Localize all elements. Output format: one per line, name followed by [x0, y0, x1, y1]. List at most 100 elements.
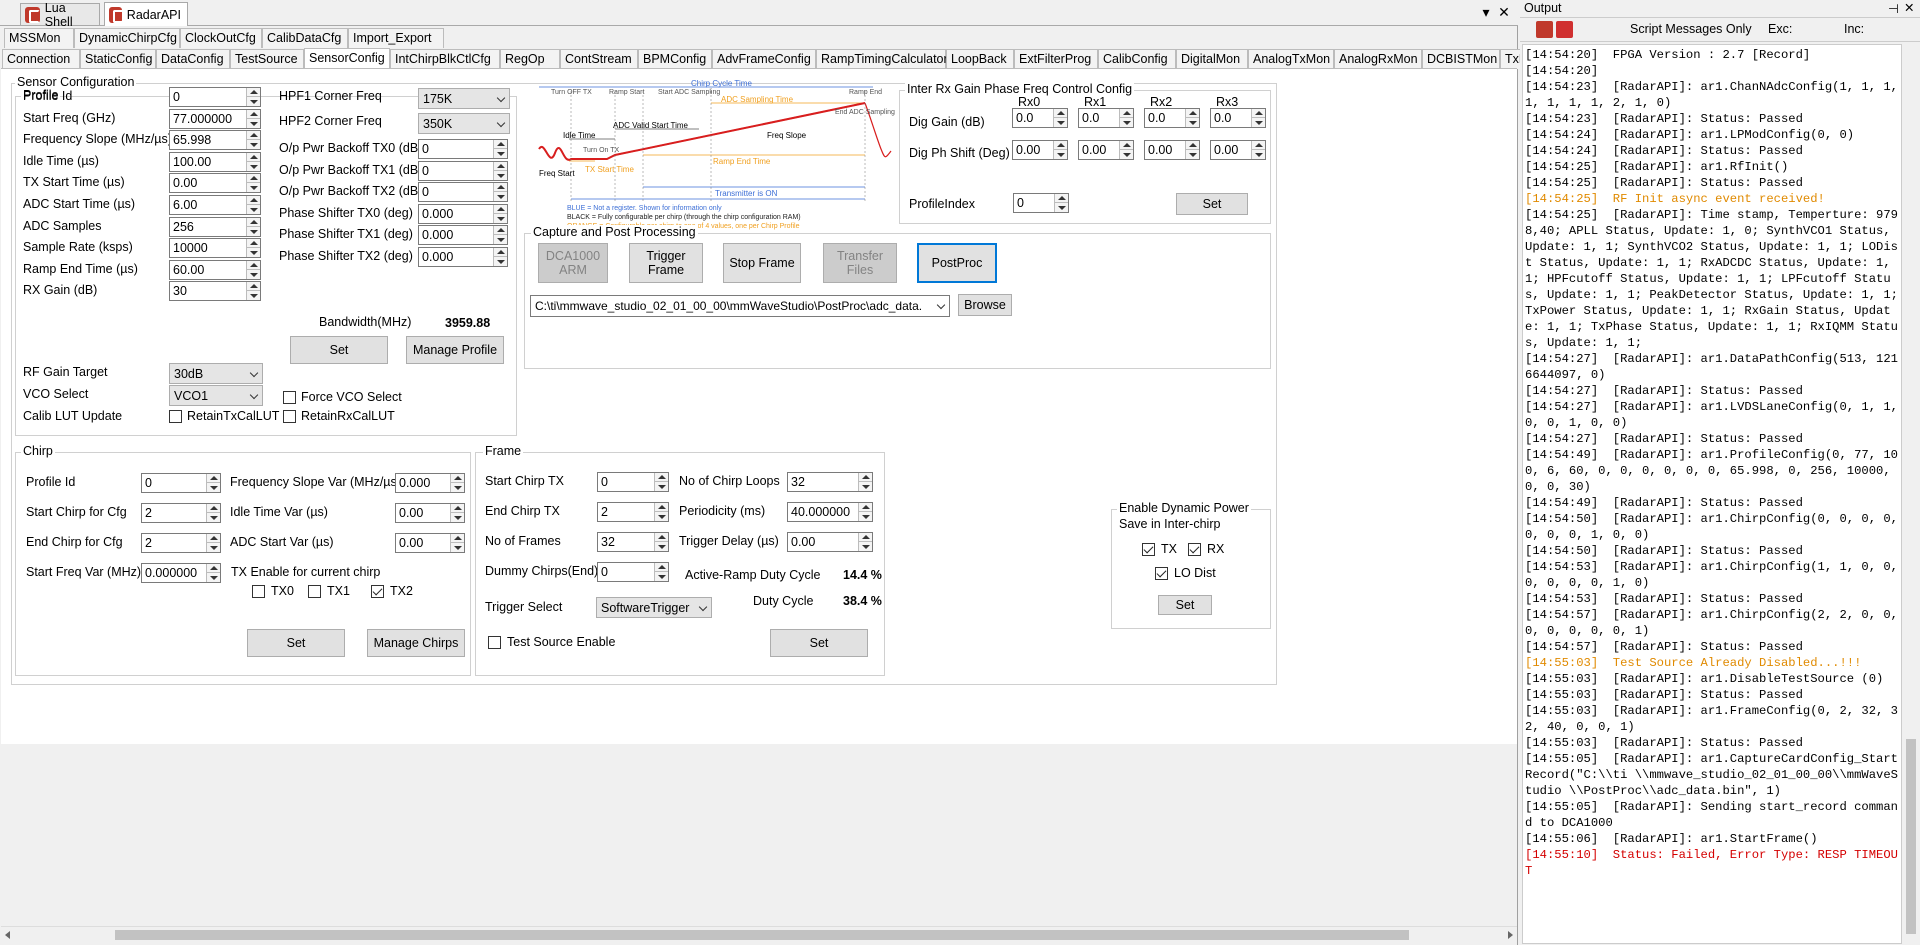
spin-arrows-icon[interactable]: [246, 109, 260, 128]
test-source-checkbox[interactable]: [488, 636, 501, 649]
rf-gain-target-select[interactable]: 30dB: [169, 363, 263, 384]
chirp-left-input[interactable]: 0.000000: [141, 563, 221, 583]
stop-frame-button[interactable]: Stop Frame: [723, 243, 801, 283]
dig-gain-input[interactable]: 0.0: [1144, 108, 1200, 128]
clear-output-icon[interactable]: [1536, 21, 1553, 38]
horizontal-scrollbar[interactable]: [1, 926, 1517, 943]
vco-select[interactable]: VCO1: [169, 385, 263, 406]
tab-dynamicchirpcfg[interactable]: DynamicChirpCfg: [74, 28, 180, 48]
tab-dataconfig[interactable]: DataConfig: [156, 49, 230, 69]
dca1000-arm-button[interactable]: DCA1000 ARM: [538, 243, 608, 283]
spin-arrows-icon[interactable]: [1185, 109, 1199, 127]
profile-field-input[interactable]: 60.00: [169, 259, 261, 280]
profile-right-input[interactable]: 0.000: [418, 246, 508, 267]
spin-arrows-icon[interactable]: [450, 534, 464, 552]
tab-bpmconfig[interactable]: BPMConfig: [638, 49, 712, 69]
profile-right-input[interactable]: 0: [418, 139, 508, 159]
dyn-rx-checkbox[interactable]: [1188, 543, 1201, 556]
spin-arrows-icon[interactable]: [246, 217, 260, 236]
tab-ramptimingcalculator[interactable]: RampTimingCalculator: [816, 49, 948, 69]
inter-rx-set-button[interactable]: Set: [1176, 193, 1248, 215]
frame-right-input[interactable]: 32: [787, 472, 873, 492]
retain-tx-cal-checkbox[interactable]: [169, 410, 182, 423]
spin-arrows-icon[interactable]: [493, 226, 507, 244]
spin-arrows-icon[interactable]: [246, 260, 260, 279]
hpf1-select[interactable]: 175K: [418, 88, 510, 109]
manage-profile-button[interactable]: Manage Profile: [406, 336, 504, 364]
tab-regop[interactable]: RegOp: [500, 49, 560, 69]
dig-gain-input[interactable]: 0.0: [1012, 108, 1068, 128]
tab-clockoutcfg[interactable]: ClockOutCfg: [180, 28, 262, 48]
tab-sensorconfig[interactable]: SensorConfig: [304, 48, 390, 69]
profile-field-input[interactable]: 100.00: [169, 151, 261, 172]
profile-field-input[interactable]: 0: [169, 87, 261, 107]
dig-gain-input[interactable]: 0.0: [1210, 108, 1266, 128]
trigger-select[interactable]: SoftwareTrigger: [596, 597, 712, 618]
frame-left-input[interactable]: 2: [597, 502, 669, 522]
error-filter-icon[interactable]: [1556, 21, 1573, 38]
frame-left-input[interactable]: 32: [597, 532, 669, 552]
spin-arrows-icon[interactable]: [1119, 109, 1133, 127]
chirp-set-button[interactable]: Set: [247, 629, 345, 657]
profile-right-input[interactable]: 0: [418, 160, 508, 181]
spin-arrows-icon[interactable]: [246, 88, 260, 106]
output-log[interactable]: [14:54:20] FPGA Version : 2.7 [Record] [1…: [1522, 44, 1902, 944]
manage-chirps-button[interactable]: Manage Chirps: [367, 629, 465, 657]
tab-connection[interactable]: Connection: [2, 49, 80, 69]
profile-field-input[interactable]: 77.000000: [169, 108, 261, 129]
spin-arrows-icon[interactable]: [493, 247, 507, 266]
tab-calibdatacfg[interactable]: CalibDataCfg: [262, 28, 348, 48]
tab-import_export[interactable]: Import_Export: [348, 28, 444, 48]
spin-arrows-icon[interactable]: [654, 563, 668, 581]
frame-left-input[interactable]: 0: [597, 472, 669, 492]
spin-arrows-icon[interactable]: [246, 152, 260, 171]
scroll-left-icon[interactable]: [5, 931, 10, 939]
spin-arrows-icon[interactable]: [858, 503, 872, 521]
profile-index-input[interactable]: 0: [1013, 193, 1069, 213]
tab-testsource[interactable]: TestSource: [230, 49, 304, 69]
spin-arrows-icon[interactable]: [246, 174, 260, 193]
close-icon[interactable]: ✕: [1496, 4, 1512, 21]
profile-right-input[interactable]: 0: [418, 182, 508, 202]
force-vco-checkbox[interactable]: [283, 391, 296, 404]
spin-arrows-icon[interactable]: [1054, 194, 1068, 212]
frame-right-input[interactable]: 0.00: [787, 532, 873, 552]
spin-arrows-icon[interactable]: [206, 564, 220, 582]
dynamic-power-set-button[interactable]: Set: [1158, 595, 1212, 615]
profile-field-input[interactable]: 0.00: [169, 173, 261, 194]
spin-arrows-icon[interactable]: [246, 282, 260, 301]
profile-field-input[interactable]: 10000: [169, 238, 261, 259]
chirp-right-input[interactable]: 0.00: [395, 503, 465, 523]
close-icon[interactable]: ✕: [1904, 0, 1914, 15]
tab-intchirpblkctlcfg[interactable]: IntChirpBlkCtlCfg: [390, 49, 500, 69]
tab-calibconfig[interactable]: CalibConfig: [1098, 49, 1176, 69]
chirp-left-input[interactable]: 0: [141, 473, 221, 493]
frame-set-button[interactable]: Set: [770, 629, 868, 657]
spin-arrows-icon[interactable]: [246, 131, 260, 150]
frame-right-input[interactable]: 40.000000: [787, 502, 873, 522]
spin-arrows-icon[interactable]: [493, 183, 507, 201]
chirp-right-input[interactable]: 0.00: [395, 533, 465, 553]
spin-arrows-icon[interactable]: [246, 196, 260, 214]
profile-right-input[interactable]: 0.000: [418, 225, 508, 245]
spin-arrows-icon[interactable]: [206, 474, 220, 492]
doc-tab-radarapi[interactable]: RadarAPI: [104, 2, 188, 26]
profile-set-button[interactable]: Set: [290, 336, 388, 364]
tab-loopback[interactable]: LoopBack: [946, 49, 1014, 69]
postproc-button[interactable]: PostProc: [917, 243, 997, 283]
spin-arrows-icon[interactable]: [1185, 141, 1199, 159]
retain-rx-cal-checkbox[interactable]: [283, 410, 296, 423]
scroll-thumb[interactable]: [1906, 739, 1916, 934]
hpf2-select[interactable]: 350K: [418, 113, 510, 134]
tab-analogtxmon[interactable]: AnalogTxMon: [1248, 49, 1334, 69]
tab-analogrxmon[interactable]: AnalogRxMon: [1334, 49, 1422, 69]
dig-phase-input[interactable]: 0.00: [1210, 140, 1266, 160]
browse-button[interactable]: Browse: [958, 294, 1012, 316]
spin-arrows-icon[interactable]: [858, 533, 872, 551]
tab-extfilterprog[interactable]: ExtFilterProg: [1014, 49, 1098, 69]
spin-arrows-icon[interactable]: [493, 204, 507, 223]
tab-mssmon[interactable]: MSSMon: [4, 28, 74, 48]
scroll-thumb[interactable]: [115, 930, 1409, 940]
spin-arrows-icon[interactable]: [1251, 109, 1265, 127]
trigger-frame-button[interactable]: Trigger Frame: [629, 243, 703, 283]
